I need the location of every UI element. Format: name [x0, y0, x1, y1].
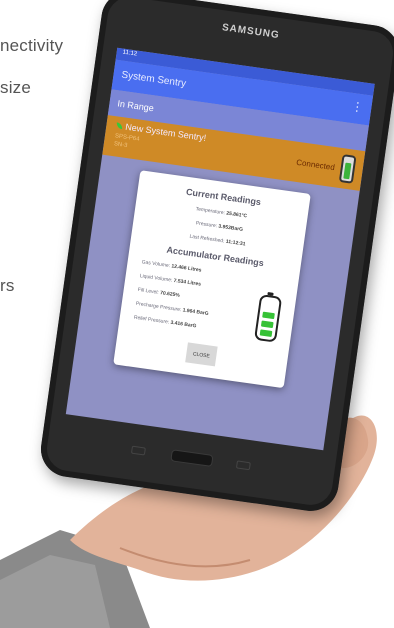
- battery-segment: [260, 320, 274, 329]
- recent-apps-button[interactable]: [130, 445, 146, 456]
- back-button[interactable]: [235, 460, 251, 471]
- close-button[interactable]: CLOSE: [185, 342, 218, 367]
- leaf-icon: [116, 122, 123, 130]
- device-serial: SN-3: [113, 141, 128, 150]
- readings-dialog: Current Readings Temperature: 25.861°C P…: [113, 170, 311, 389]
- overflow-menu-icon[interactable]: ⋮: [351, 99, 365, 115]
- status-time: 11:12: [122, 49, 138, 58]
- current-readings-heading: Current Readings: [185, 186, 262, 208]
- battery-segment: [259, 329, 273, 338]
- battery-icon: [338, 154, 357, 184]
- home-button[interactable]: [170, 449, 214, 467]
- tablet-screen: 11:12 System Sentry ⋮ In Range New Syste…: [65, 47, 375, 451]
- battery-segment: [262, 311, 275, 320]
- app-title: System Sentry: [120, 69, 187, 90]
